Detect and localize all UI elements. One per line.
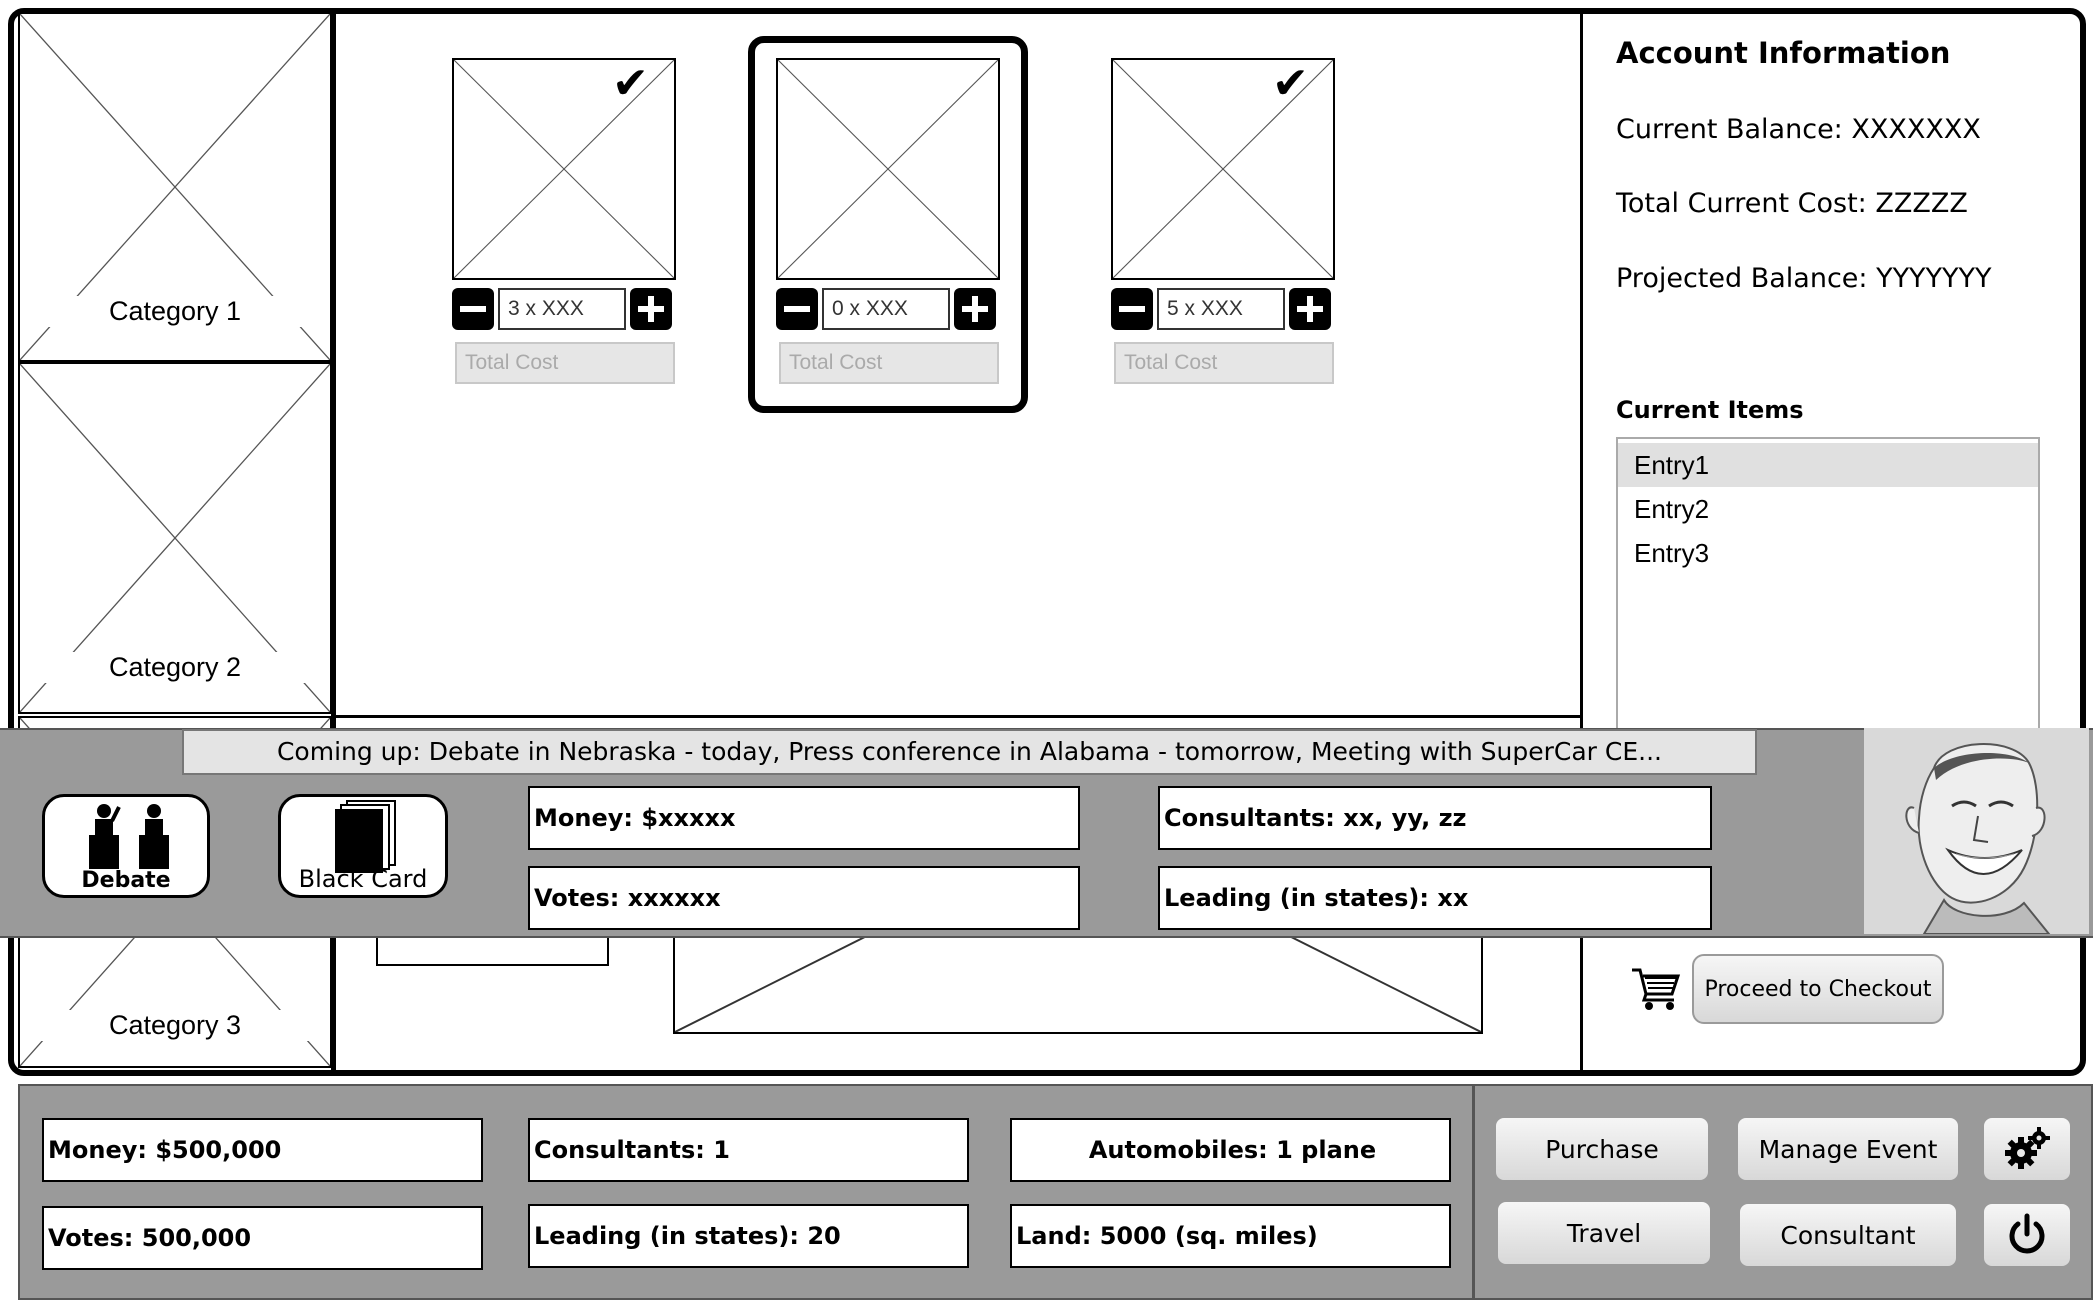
black-card-icon [335,800,396,873]
status-leading: Leading (in states): 20 [528,1204,969,1268]
event-leading: Leading (in states): xx [1158,866,1712,930]
black-card-label: Black Card [298,865,428,893]
category-2-label: Category 2 [20,652,330,683]
travel-button[interactable]: Travel [1496,1200,1712,1266]
total-cost-field[interactable]: Total Cost [1114,342,1334,384]
list-item[interactable]: Entry1 [1618,443,2038,487]
upcoming-events-ticker[interactable]: Coming up: Debate in Nebraska - today, P… [182,729,1757,775]
decrease-quantity-button[interactable] [452,288,494,330]
settings-button[interactable] [1982,1116,2072,1182]
debate-button[interactable]: Debate [42,794,210,898]
increase-quantity-button[interactable] [630,288,672,330]
purchase-button[interactable]: Purchase [1494,1116,1710,1182]
category-3-label: Category 3 [20,1010,330,1041]
black-card-button[interactable]: Black Card [278,794,448,898]
total-current-cost: Total Current Cost: ZZZZZ [1616,188,1968,219]
list-item[interactable]: Entry3 [1618,531,2038,575]
status-votes: Votes: 500,000 [42,1206,483,1270]
current-balance: Current Balance: XXXXXXX [1616,114,1981,145]
quantity-field[interactable]: 3 x XXX [498,288,626,330]
event-money: Money: $xxxxx [528,786,1080,850]
category-1-label: Category 1 [20,296,330,327]
proceed-to-checkout-button[interactable]: Proceed to Checkout [1692,954,1944,1024]
debate-icon [89,804,169,869]
gears-icon [2005,1127,2050,1169]
decrease-quantity-button[interactable] [776,288,818,330]
increase-quantity-button[interactable] [1289,288,1331,330]
content-bottom-divider [336,715,1580,718]
status-consultants: Consultants: 1 [528,1118,969,1182]
status-automobiles: Automobiles: 1 plane [1010,1118,1451,1182]
current-items-title: Current Items [1616,396,1804,424]
projected-balance: Projected Balance: YYYYYYY [1616,263,1992,294]
total-cost-field[interactable]: Total Cost [455,342,675,384]
power-icon [2009,1213,2045,1254]
checkmark-icon: ✔ [1272,58,1309,109]
increase-quantity-button[interactable] [954,288,996,330]
current-items-list[interactable]: Entry1 Entry2 Entry3 [1616,437,2040,737]
power-button[interactable] [1982,1202,2072,1268]
status-money: Money: $500,000 [42,1118,483,1182]
shopping-cart-icon[interactable] [1630,964,1682,1012]
status-bar-divider [1472,1084,1475,1300]
consultant-button[interactable]: Consultant [1738,1202,1958,1268]
category-2-tile[interactable]: Category 2 [18,362,332,714]
candidate-avatar [1864,728,2089,934]
account-title: Account Information [1616,36,1951,70]
quantity-field[interactable]: 5 x XXX [1157,288,1285,330]
debate-label: Debate [81,868,171,893]
status-land: Land: 5000 (sq. miles) [1010,1204,1451,1268]
manage-event-button[interactable]: Manage Event [1736,1116,1960,1182]
category-1-tile[interactable]: Category 1 [18,12,332,362]
quantity-field[interactable]: 0 x XXX [822,288,950,330]
list-item[interactable]: Entry2 [1618,487,2038,531]
product-2-image[interactable] [776,58,1000,280]
decrease-quantity-button[interactable] [1111,288,1153,330]
total-cost-field[interactable]: Total Cost [779,342,999,384]
event-consultants: Consultants: xx, yy, zz [1158,786,1712,850]
event-votes: Votes: xxxxxx [528,866,1080,930]
checkmark-icon: ✔ [612,58,649,109]
